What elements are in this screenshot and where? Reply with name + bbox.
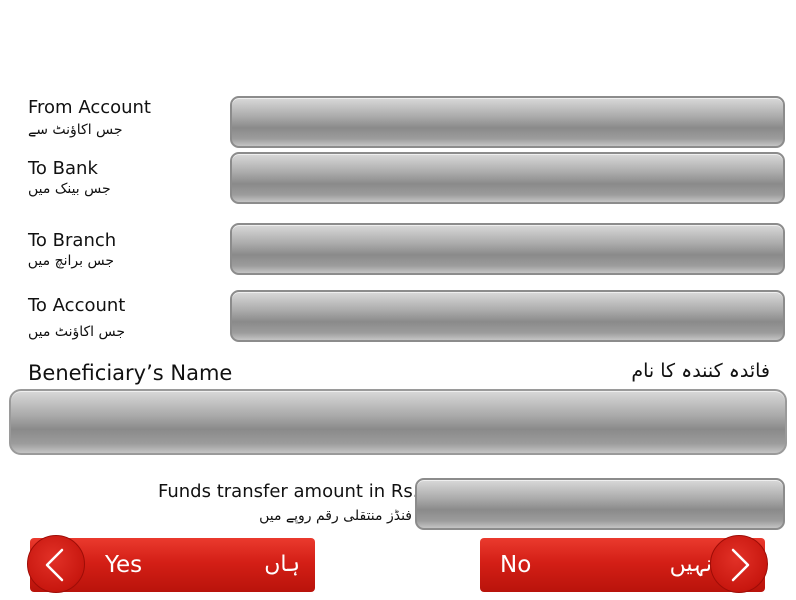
to-branch-label-urdu: جس برانچ میں	[27, 253, 114, 269]
from-account-label: From Account	[28, 97, 151, 118]
yes-button-label: Yes	[105, 552, 143, 578]
to-branch-label: To Branch	[28, 230, 117, 251]
no-button-label-urdu: نہیں	[669, 552, 712, 577]
to-account-label-urdu: جس اکاؤنٹ میں	[28, 324, 126, 340]
amount-label-urdu: فنڈز منتقلی رقم روپے میں	[259, 508, 412, 524]
to-bank-label-urdu: جس بینک میں	[28, 181, 111, 197]
from-account-label-urdu: جس اکاؤنٹ سے	[28, 122, 123, 138]
to-bank-field[interactable]	[230, 152, 785, 204]
chevron-right-icon	[710, 535, 768, 593]
no-button-label: No	[500, 552, 532, 578]
from-account-field[interactable]	[230, 96, 785, 148]
to-branch-field[interactable]	[230, 223, 785, 275]
beneficiary-name-label-urdu: فائدہ کنندہ کا نام	[631, 360, 770, 382]
to-account-field[interactable]	[230, 290, 785, 342]
amount-field[interactable]	[415, 478, 785, 530]
amount-label: Funds transfer amount in Rs.	[158, 481, 419, 502]
beneficiary-name-label: Beneficiary’s Name	[28, 361, 233, 385]
beneficiary-name-field[interactable]	[9, 389, 787, 455]
no-button[interactable]: No نہیں	[480, 535, 768, 593]
chevron-left-icon	[27, 535, 85, 593]
to-bank-label: To Bank	[28, 158, 98, 179]
to-account-label: To Account	[28, 295, 126, 316]
yes-button-label-urdu: ہاں	[264, 552, 300, 577]
yes-button[interactable]: Yes ہاں	[27, 535, 315, 593]
funds-transfer-screen: From Account جس اکاؤنٹ سے To Bank جس بین…	[0, 0, 796, 600]
